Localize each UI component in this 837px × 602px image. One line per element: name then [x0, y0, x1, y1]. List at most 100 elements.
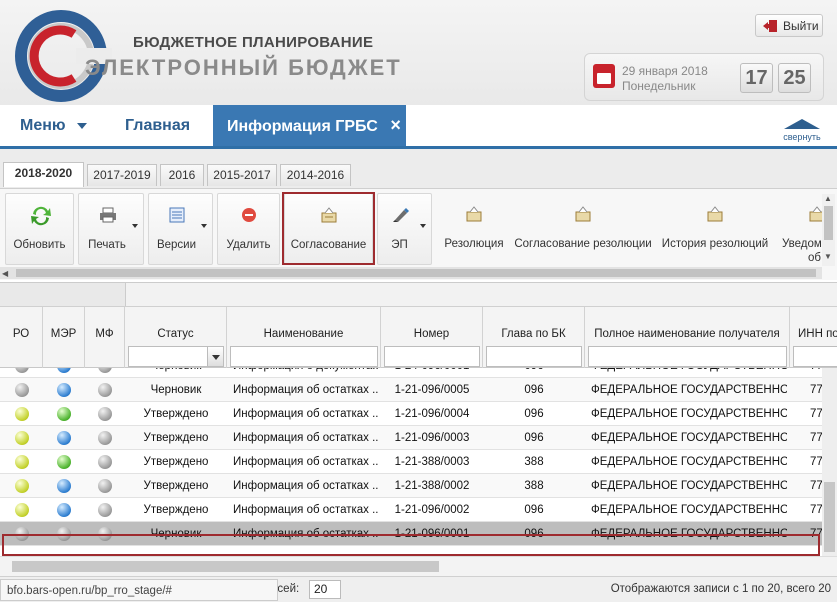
column-mer-label: МЭР	[50, 328, 77, 340]
cell-recipient: ФЕДЕРАЛЬНОЕ ГОСУДАРСТВЕННОЕ ...	[591, 384, 787, 396]
number-filter-input[interactable]	[384, 346, 480, 367]
toolbar-vertical-scrollbar[interactable]: ▲ ▼	[822, 194, 835, 266]
cell-number: 1-21-096/0003	[394, 432, 470, 444]
toolbar-horizontal-scrollbar[interactable]: ◀	[0, 267, 822, 279]
collapse-button[interactable]: свернуть	[779, 118, 825, 144]
grid-vertical-scrollbar[interactable]	[822, 368, 837, 556]
status-filter-select[interactable]	[128, 346, 224, 367]
refresh-button[interactable]: Обновить	[5, 193, 74, 265]
resolution-icon	[466, 206, 482, 222]
column-inn-label: ИНН по	[798, 328, 837, 340]
tab-year-2014-2016[interactable]: 2014-2016	[280, 164, 351, 186]
versions-button[interactable]: Версии	[148, 193, 213, 265]
table-row[interactable]: Утверждено Информация об остатках ... 1-21…	[0, 474, 822, 498]
main-navigation: Меню Главная Информация ГРБС × свернуть	[0, 105, 837, 149]
cell-chapter: 388	[524, 456, 544, 468]
resolution-button[interactable]: Резолюция	[440, 193, 508, 265]
tab-year-2015-2017[interactable]: 2015-2017	[207, 164, 277, 186]
column-header-number[interactable]: Номер	[381, 307, 483, 369]
column-header-mf[interactable]: МФ	[85, 307, 125, 369]
app-title-line1: БЮДЖЕТНОЕ ПЛАНИРОВАНИЕ	[133, 34, 374, 51]
grid-hscroll-thumb[interactable]	[12, 561, 439, 572]
clock-minutes: 25	[778, 63, 811, 93]
cell-chapter: 096	[483, 368, 585, 378]
cell-recipient: ФЕДЕРАЛЬНОЕ ГОСУДАРСТВЕННОЕ ...	[591, 368, 787, 378]
tab-grbs-info[interactable]: Информация ГРБС ×	[213, 105, 406, 146]
chapter-filter-input[interactable]	[486, 346, 582, 367]
grid-vscroll-thumb[interactable]	[824, 482, 835, 552]
column-recipient-label: Полное наименование получателя	[594, 328, 780, 340]
column-number-label: Номер	[413, 328, 450, 340]
cell-name: Информация о документа...	[233, 368, 379, 378]
column-status-label: Статус	[157, 328, 194, 340]
records-per-page-input[interactable]: 20	[309, 580, 341, 599]
table-row[interactable]: Утверждено Информация об остатках ... 1-21…	[0, 426, 822, 450]
table-row[interactable]: Черновик Информация о документа...1-24-09…	[0, 368, 822, 378]
app-title-line2: ЭЛЕКТРОННЫЙ БЮДЖЕТ	[85, 55, 402, 80]
menu-button[interactable]: Меню	[20, 105, 88, 146]
status-indicator-mf-icon	[98, 503, 112, 517]
toolbar-scroll-thumb[interactable]	[16, 269, 816, 277]
cell-name: Информация об остатках ...	[233, 480, 379, 492]
tab-grbs-info-label: Информация ГРБС	[227, 118, 378, 135]
cell-number: 1-21-388/0002	[394, 480, 470, 492]
column-header-inn[interactable]: ИНН по	[790, 307, 837, 369]
tab-year-2016[interactable]: 2016	[160, 164, 204, 186]
digital-signature-label: ЭП	[391, 239, 408, 251]
cell-status: Утверждено	[143, 504, 209, 516]
cell-inn: 77	[810, 408, 822, 420]
table-row[interactable]: Утверждено Информация об остатках ... 1-21…	[0, 450, 822, 474]
status-indicator-mf-icon	[98, 383, 112, 397]
inn-filter-input[interactable]	[793, 346, 837, 367]
column-mf-label: МФ	[95, 328, 114, 340]
column-header-recipient[interactable]: Полное наименование получателя	[585, 307, 790, 369]
delete-icon	[242, 208, 256, 222]
scroll-left-icon[interactable]: ◀	[2, 269, 8, 278]
table-row[interactable]: Утверждено Информация об остатках ... 1-21…	[0, 402, 822, 426]
recipient-filter-input[interactable]	[588, 346, 787, 367]
menu-label: Меню	[20, 117, 66, 134]
close-icon[interactable]: ×	[390, 115, 401, 135]
resolution-history-icon	[707, 206, 723, 222]
column-header-ro[interactable]: РО	[0, 307, 43, 369]
column-header-chapter[interactable]: Глава по БК	[483, 307, 585, 369]
cell-status: Утверждено	[143, 456, 209, 468]
date-time-panel: 29 января 2018 Понедельник 17 25	[584, 53, 824, 101]
dropdown-arrow-icon[interactable]	[207, 347, 223, 366]
resolution-approval-button[interactable]: Согласование резолюции	[512, 193, 654, 265]
scroll-down-icon[interactable]: ▼	[824, 252, 832, 261]
print-button[interactable]: Печать	[78, 193, 144, 265]
status-indicator-ro-icon	[15, 431, 29, 445]
column-name-label: Наименование	[263, 328, 344, 340]
scroll-up-icon[interactable]: ▲	[824, 194, 832, 203]
tab-year-2018-2020[interactable]: 2018-2020	[3, 162, 84, 187]
status-indicator-ro-icon	[15, 368, 29, 373]
column-header-status[interactable]: Статус	[125, 307, 227, 369]
table-row[interactable]: Черновик Информация об остатках ... 1-21-0…	[0, 378, 822, 402]
digital-signature-button[interactable]: ЭП	[377, 193, 432, 265]
resolution-history-label: История резолюций	[661, 238, 769, 250]
status-indicator-ro-icon	[15, 407, 29, 421]
column-header-name[interactable]: Наименование	[227, 307, 381, 369]
resolution-history-button[interactable]: История резолюций	[658, 193, 772, 265]
status-bar-url: bfo.bars-open.ru/bp_rro_stage/#	[0, 579, 278, 601]
table-row[interactable]: Утверждено Информация об остатках ... 1-21…	[0, 498, 822, 522]
tab-year-2017-2019[interactable]: 2017-2019	[87, 164, 157, 186]
versions-icon	[169, 207, 185, 223]
cell-chapter: 388	[524, 480, 544, 492]
status-indicator-ro-icon	[15, 383, 29, 397]
cell-number: 1-21-096/0002	[394, 504, 470, 516]
cell-inn: 77	[810, 480, 822, 492]
cell-chapter: 096	[524, 408, 544, 420]
notifications-button[interactable]: Уведом об	[778, 193, 822, 265]
chevron-down-icon	[77, 122, 88, 129]
delete-button[interactable]: Удалить	[217, 193, 280, 265]
toolbar-vscroll-thumb[interactable]	[824, 206, 833, 240]
name-filter-input[interactable]	[230, 346, 378, 367]
collapse-label: свернуть	[783, 132, 821, 142]
tab-home[interactable]: Главная	[125, 105, 190, 146]
refresh-icon	[31, 206, 51, 226]
grid-horizontal-scrollbar[interactable]	[0, 556, 837, 576]
column-header-mer[interactable]: МЭР	[43, 307, 85, 369]
logout-button[interactable]: Выйти	[755, 14, 823, 37]
